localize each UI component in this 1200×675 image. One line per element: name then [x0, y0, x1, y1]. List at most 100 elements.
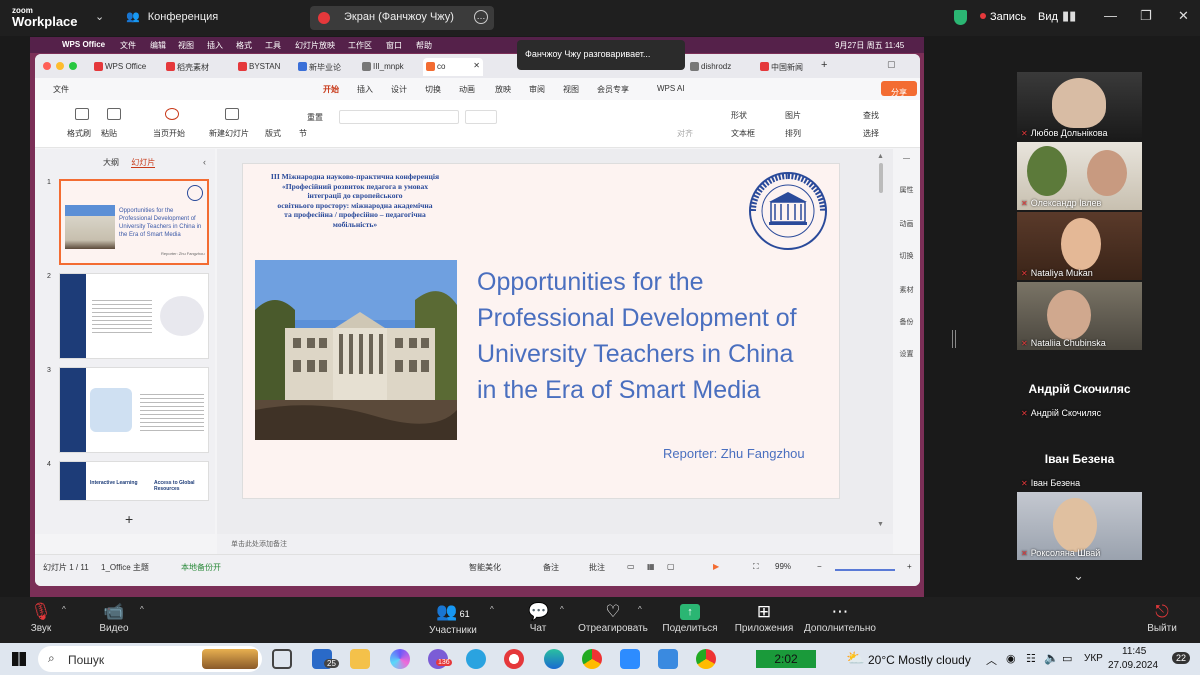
- font-size-input[interactable]: [465, 110, 497, 124]
- notes-field[interactable]: 单击此处添加备注: [217, 534, 893, 554]
- format-painter-icon[interactable]: [75, 108, 89, 120]
- format-painter-label[interactable]: 格式刷: [67, 128, 91, 139]
- video-options-icon[interactable]: ^: [140, 605, 144, 614]
- slide-thumbnail-4[interactable]: Interactive Learning Access to Global Re…: [59, 461, 209, 501]
- tab-wps-home[interactable]: WPS Office: [91, 58, 157, 76]
- close-tab-icon[interactable]: ✕: [473, 61, 480, 70]
- participants-options-icon[interactable]: ^: [490, 605, 494, 614]
- share-screen-button[interactable]: ↑ Поделиться: [662, 601, 718, 634]
- meeting-info-button[interactable]: 👥 Конференция: [126, 10, 218, 23]
- find-label[interactable]: 查找: [863, 110, 879, 121]
- stop-share-icon[interactable]: [318, 12, 330, 24]
- normal-view-icon[interactable]: ▭: [627, 562, 635, 571]
- menu-item-file[interactable]: 文件: [120, 40, 136, 51]
- animation-button[interactable]: 动画: [893, 219, 920, 229]
- backup-status[interactable]: 本地备份开: [181, 562, 221, 573]
- timer-widget[interactable]: 2:02: [756, 650, 816, 668]
- notification-badge[interactable]: 22: [1172, 652, 1191, 664]
- copilot-icon[interactable]: [390, 649, 410, 669]
- ribbon-view[interactable]: 视图: [563, 84, 579, 95]
- recording-indicator[interactable]: Запись: [980, 11, 1026, 23]
- zoom-taskbar-icon[interactable]: [620, 649, 640, 669]
- task-view-icon[interactable]: [272, 649, 292, 669]
- clock-date[interactable]: 27.09.2024: [1108, 660, 1158, 671]
- audio-button[interactable]: 🎙 Звук: [28, 601, 54, 634]
- ribbon-animation[interactable]: 动画: [459, 84, 475, 95]
- ribbon-slideshow[interactable]: 放映: [495, 84, 511, 95]
- scroll-down-icon[interactable]: ▼: [877, 521, 884, 528]
- scroll-up-icon[interactable]: ▲: [877, 153, 884, 160]
- zoom-out-icon[interactable]: −: [817, 562, 822, 571]
- tab-mnpk[interactable]: III_mnpk: [359, 58, 417, 76]
- reset-label[interactable]: 重置: [307, 112, 323, 123]
- tab-docer[interactable]: 稻壳素材: [163, 58, 229, 76]
- edge-icon[interactable]: [544, 649, 564, 669]
- chat-options-icon[interactable]: ^: [560, 605, 564, 614]
- tray-icon[interactable]: ◉: [1006, 652, 1016, 665]
- ribbon-home[interactable]: 开始: [323, 84, 339, 95]
- ribbon-design[interactable]: 设计: [391, 84, 407, 95]
- volume-icon[interactable]: 🔈: [1044, 651, 1059, 665]
- zoom-in-icon[interactable]: +: [907, 562, 912, 571]
- ribbon-file[interactable]: 文件: [53, 84, 69, 95]
- windows-start-icon[interactable]: [12, 652, 26, 666]
- font-name-input[interactable]: [339, 110, 459, 124]
- taskbar-search[interactable]: ⌕ Пошук: [38, 646, 262, 672]
- weather-text[interactable]: 20°C Mostly cloudy: [868, 653, 971, 667]
- menu-item-workspace[interactable]: 工作区: [348, 40, 372, 51]
- telegram-icon[interactable]: [466, 649, 486, 669]
- weather-icon[interactable]: ⛅: [846, 649, 865, 667]
- menu-item-format[interactable]: 格式: [236, 40, 252, 51]
- menu-item-window[interactable]: 窗口: [386, 40, 402, 51]
- more-button[interactable]: ⋯ Дополнительно: [802, 601, 878, 634]
- sorter-view-icon[interactable]: ▦: [647, 562, 655, 571]
- minimize-window-icon[interactable]: [56, 62, 64, 70]
- splitter-handle[interactable]: [952, 330, 956, 348]
- keyboard-language[interactable]: УКР: [1084, 653, 1103, 664]
- tab-bystan[interactable]: BYSTAN: [235, 58, 289, 76]
- beautify-button[interactable]: 智能美化: [469, 562, 501, 573]
- participant-tile[interactable]: Nataliia Chubinska: [1017, 282, 1142, 350]
- paste-label[interactable]: 粘贴: [101, 128, 117, 139]
- participant-tile[interactable]: Олександр Івлев: [1017, 142, 1142, 210]
- window-layout-icon[interactable]: ▢: [887, 59, 896, 70]
- backup-button[interactable]: 备份: [893, 317, 920, 327]
- slide-thumbnail-1[interactable]: Opportunities for the Professional Devel…: [59, 179, 209, 265]
- ribbon-review[interactable]: 审阅: [529, 84, 545, 95]
- more-icon[interactable]: …: [474, 10, 488, 24]
- apps-button[interactable]: ⊞ Приложения: [734, 601, 794, 634]
- tab-graduation-paper[interactable]: 新毕业论: [295, 58, 353, 76]
- zoom-slider[interactable]: [835, 569, 895, 571]
- slide-thumbnail-2[interactable]: [59, 273, 209, 359]
- tab-outline[interactable]: 大纲: [103, 158, 119, 167]
- new-slide-icon[interactable]: [225, 108, 239, 120]
- menu-item-help[interactable]: 帮助: [416, 40, 432, 51]
- fit-icon[interactable]: ⛶: [753, 562, 759, 572]
- comment-button[interactable]: 批注: [589, 562, 605, 573]
- layout-label[interactable]: 版式: [265, 128, 281, 139]
- audio-options-icon[interactable]: ^: [62, 605, 66, 614]
- collapse-panel-icon[interactable]: ‹: [203, 157, 206, 167]
- theme-name[interactable]: 1_Office 主题: [101, 562, 149, 573]
- tab-slides[interactable]: 幻灯片: [131, 158, 156, 168]
- material-button[interactable]: 素材: [893, 285, 920, 295]
- shape-label[interactable]: 形状: [731, 110, 747, 121]
- ribbon-transition[interactable]: 切换: [425, 84, 441, 95]
- participant-tile[interactable]: Андрій Скочиляс Андрій Скочиляс: [1017, 352, 1142, 420]
- tab-dishrodz[interactable]: dishrodz: [687, 58, 751, 76]
- ribbon-wps-ai[interactable]: WPS AI: [657, 84, 685, 93]
- network-icon[interactable]: ☷: [1026, 652, 1036, 665]
- ribbon-insert[interactable]: 插入: [357, 84, 373, 95]
- share-button[interactable]: 分享: [881, 81, 917, 97]
- tab-china-news[interactable]: 中国新闻: [757, 58, 815, 76]
- react-options-icon[interactable]: ^: [638, 605, 642, 614]
- menu-item-view[interactable]: 视图: [178, 40, 194, 51]
- chevron-down-icon[interactable]: ⌄: [95, 10, 104, 23]
- tab-presentation[interactable]: co ✕: [423, 58, 483, 76]
- slide-thumbnail-3[interactable]: [59, 367, 209, 453]
- new-tab-icon[interactable]: +: [821, 59, 827, 71]
- slideshow-view-icon[interactable]: ▶: [713, 562, 719, 571]
- file-explorer-icon[interactable]: [350, 649, 370, 669]
- scroll-participants-icon[interactable]: ⌄: [1073, 568, 1084, 584]
- zoom-window-icon[interactable]: [69, 62, 77, 70]
